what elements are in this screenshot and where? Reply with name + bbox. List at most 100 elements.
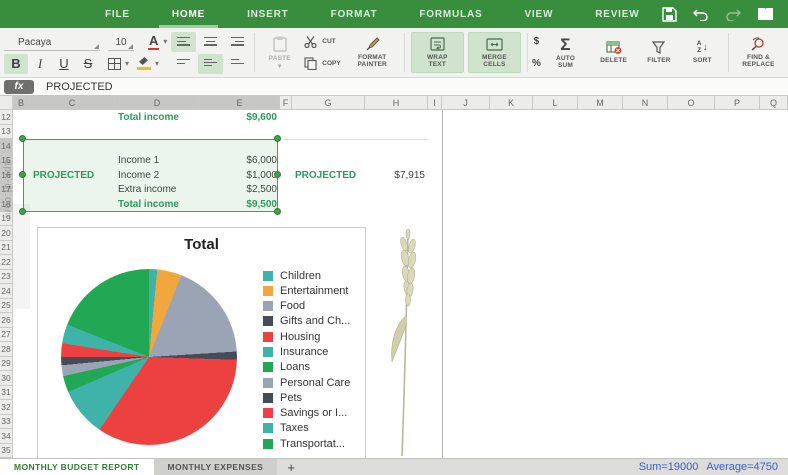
save-icon[interactable]: [660, 5, 678, 23]
redo-icon[interactable]: [724, 5, 742, 23]
row-header-12[interactable]: 12: [0, 110, 13, 125]
legend-label: Pets: [280, 391, 303, 404]
align-right-button[interactable]: [225, 32, 250, 52]
column-headers: BCDEFGHIJKLMNOPQ: [0, 96, 788, 110]
select-all-corner[interactable]: [0, 96, 13, 110]
sigma-icon: Σ: [560, 34, 571, 54]
row-header-14[interactable]: 14: [0, 139, 13, 154]
delete-button[interactable]: DELETE: [590, 31, 637, 74]
column-header-j[interactable]: J: [442, 96, 490, 110]
sort-az-icon: AZ ↓: [696, 40, 708, 54]
currency-format-button[interactable]: $: [532, 36, 541, 47]
row-header-29[interactable]: 29: [0, 356, 13, 371]
format-painter-button[interactable]: FORMAT PAINTER: [345, 31, 400, 74]
cut-button[interactable]: CUT: [300, 35, 344, 48]
valign-top-button[interactable]: [171, 54, 196, 74]
row-header-27[interactable]: 27: [0, 327, 13, 342]
row-header-30[interactable]: 30: [0, 371, 13, 386]
selection-handle-1[interactable]: [274, 135, 281, 142]
legend-swatch: [263, 270, 273, 281]
copy-icon: [304, 56, 317, 70]
undo-icon[interactable]: [692, 5, 710, 23]
merge-cells-button[interactable]: MERGE CELLS: [467, 32, 522, 73]
menu-tab-file[interactable]: FILE: [84, 0, 151, 28]
find-replace-button[interactable]: FIND & REPLACE: [733, 31, 784, 74]
valign-middle-button[interactable]: [198, 53, 224, 74]
underline-button[interactable]: U: [52, 54, 76, 74]
column-header-q[interactable]: Q: [760, 96, 788, 110]
column-header-n[interactable]: N: [623, 96, 668, 110]
cell-H16[interactable]: $7,915: [365, 168, 428, 183]
selection-handle-5[interactable]: [274, 207, 281, 215]
paste-label: PASTE: [268, 54, 291, 62]
font-name-selector[interactable]: Pacaya: [4, 33, 100, 51]
merge-cells-label: MERGE CELLS: [482, 53, 507, 68]
cell-selection-b14-e18[interactable]: [23, 139, 278, 212]
percent-format-button[interactable]: %: [532, 58, 541, 69]
column-header-o[interactable]: O: [668, 96, 715, 110]
menu-tab-insert[interactable]: INSERT: [226, 0, 309, 28]
legend-swatch: [263, 438, 273, 449]
selection-handle-4[interactable]: [19, 207, 26, 215]
cell-E12[interactable]: $9,600: [200, 110, 280, 125]
menu-tab-home[interactable]: HOME: [151, 0, 226, 28]
italic-button[interactable]: I: [28, 54, 52, 74]
valign-bottom-button[interactable]: [225, 54, 250, 74]
row-header-13[interactable]: 13: [0, 124, 13, 139]
column-header-p[interactable]: P: [715, 96, 760, 110]
row-header-32[interactable]: 32: [0, 400, 13, 415]
align-center-button[interactable]: [198, 32, 223, 52]
chevron-down-icon[interactable]: ▾: [155, 59, 159, 68]
column-header-k[interactable]: K: [490, 96, 533, 110]
sort-button[interactable]: AZ ↓ SORT: [681, 31, 724, 74]
row-header-35[interactable]: 35: [0, 443, 13, 458]
column-header-h[interactable]: H: [365, 96, 428, 110]
fx-icon[interactable]: fx: [4, 79, 34, 94]
borders-button[interactable]: ▾: [108, 57, 129, 70]
paste-button[interactable]: PASTE ▾: [259, 31, 300, 74]
wrap-text-button[interactable]: WRAP TEXT: [410, 32, 464, 73]
menu-tab-formulas[interactable]: FORMULAS: [398, 0, 503, 28]
menu-tab-view[interactable]: VIEW: [503, 0, 574, 28]
filter-button[interactable]: FILTER: [637, 31, 680, 74]
cell-D12[interactable]: Total income: [115, 110, 200, 125]
strikethrough-button[interactable]: S: [76, 54, 100, 74]
auto-sum-button[interactable]: Σ AUTO SUM: [541, 31, 590, 74]
menu-tab-review[interactable]: REVIEW: [574, 0, 660, 28]
clipboard-icon: [273, 36, 287, 52]
sheet-tab-monthly-expenses[interactable]: MONTHLY EXPENSES: [153, 459, 278, 475]
menubar-icons: [660, 5, 788, 23]
font-size-selector[interactable]: 10: [108, 33, 134, 51]
menu-tab-format[interactable]: FORMAT: [310, 0, 399, 28]
column-header-d[interactable]: D: [115, 96, 200, 110]
align-left-button[interactable]: [171, 31, 197, 52]
copy-button[interactable]: COPY: [300, 56, 344, 70]
column-header-l[interactable]: L: [533, 96, 578, 110]
sheet-tab-monthly-budget-report[interactable]: MONTHLY BUDGET REPORT: [0, 459, 154, 475]
row-header-34[interactable]: 34: [0, 429, 13, 444]
column-header-g[interactable]: G: [292, 96, 365, 110]
column-header-c[interactable]: C: [30, 96, 115, 110]
column-header-b[interactable]: B: [13, 96, 30, 110]
column-header-f[interactable]: F: [280, 96, 292, 110]
row-header-28[interactable]: 28: [0, 342, 13, 357]
status-average: Average=4750: [706, 461, 778, 473]
row-header-33[interactable]: 33: [0, 414, 13, 429]
delete-cells-icon: [606, 41, 622, 54]
selection-handle-0[interactable]: [19, 135, 26, 142]
row-header-26[interactable]: 26: [0, 313, 13, 328]
column-header-e[interactable]: E: [200, 96, 280, 110]
row-header-31[interactable]: 31: [0, 385, 13, 400]
column-header-m[interactable]: M: [578, 96, 623, 110]
font-color-button[interactable]: A ▾: [148, 33, 167, 50]
add-sheet-button[interactable]: +: [277, 459, 305, 475]
chevron-down-icon[interactable]: ▾: [125, 59, 129, 68]
cell-G16[interactable]: PROJECTED: [292, 168, 365, 183]
formula-input[interactable]: PROJECTED: [34, 78, 788, 95]
bold-button[interactable]: B: [4, 53, 28, 74]
highlight-color-button[interactable]: ▾: [137, 57, 159, 70]
pie-chart-object[interactable]: Total Children Entertainment Food Gifts and…: [37, 227, 366, 458]
column-header-i[interactable]: I: [428, 96, 442, 110]
chevron-down-icon[interactable]: ▾: [163, 37, 167, 46]
reading-view-icon[interactable]: [756, 5, 774, 23]
